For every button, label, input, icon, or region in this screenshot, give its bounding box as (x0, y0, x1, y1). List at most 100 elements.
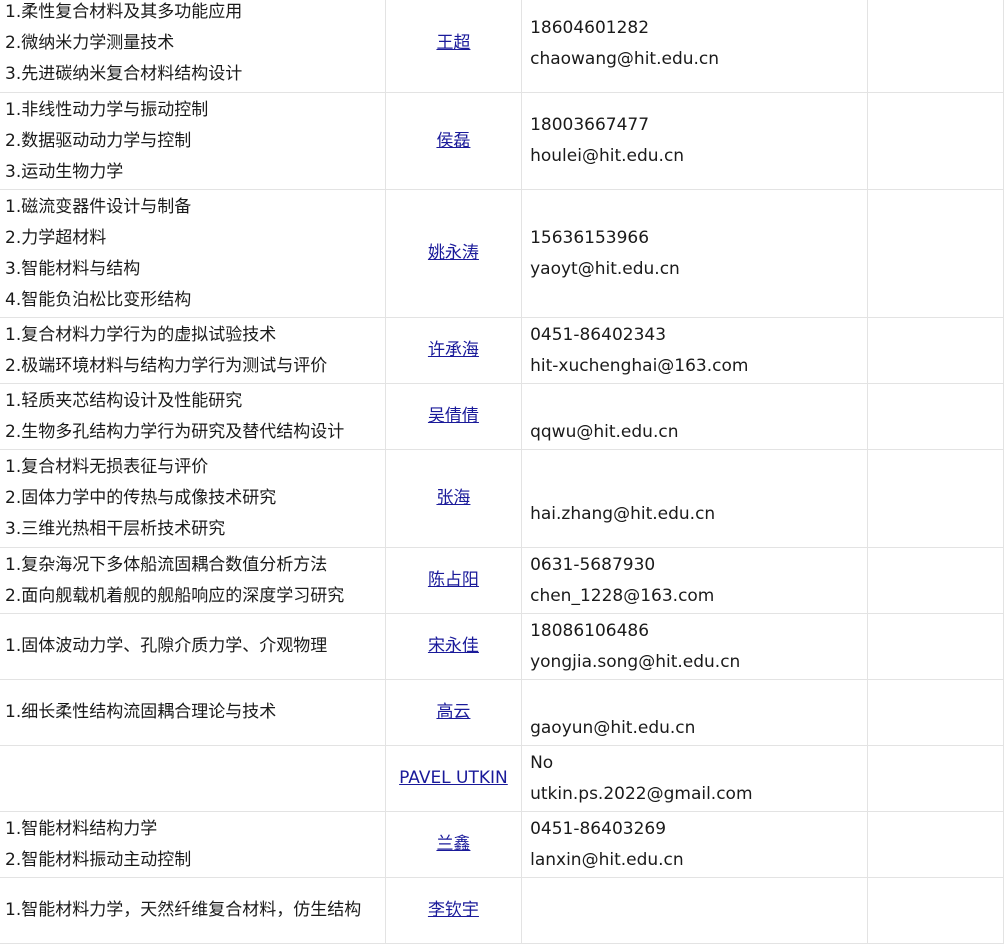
contact-cell: gaoyun@hit.edu.cn (521, 679, 869, 746)
research-area-line: 1.固体波动力学、孔隙介质力学、介观物理 (5, 636, 328, 656)
phone-text (530, 468, 867, 499)
phone-text (530, 880, 867, 911)
table-row: 1.复合材料无损表征与评价 2.固体力学中的传热与成像技术研究 3.三维光热相干层析… (0, 449, 1004, 548)
research-area-cell: 1.复杂海况下多体船流固耦合数值分析方法 2.面向舰载机着舰的舰船响应的深度学习研… (0, 547, 386, 614)
empty-cell (867, 547, 1004, 614)
research-area-line: 2.智能材料振动主动控制 (5, 849, 192, 870)
table-row: 1.智能材料结构力学 2.智能材料振动主动控制 兰鑫 0451-86403269 lan… (0, 811, 1004, 878)
table-row: 1.复杂海况下多体船流固耦合数值分析方法 2.面向舰载机着舰的舰船响应的深度学习研… (0, 547, 1004, 614)
faculty-name-link[interactable]: 李钦宇 (428, 900, 479, 920)
name-cell: PAVEL UTKIN (384, 745, 523, 812)
name-cell: 侯磊 (384, 92, 523, 190)
research-area-cell: 1.轻质夹芯结构设计及性能研究 2.生物多孔结构力学行为研究及替代结构设计 (0, 383, 386, 450)
empty-cell (867, 877, 1004, 944)
table-row: 1.柔性复合材料及其多功能应用 2.微纳米力学测量技术 3.先进碳纳米复合材料结构设… (0, 0, 1004, 93)
email-text: chaowang@hit.edu.cn (530, 48, 720, 69)
email-text (530, 911, 867, 942)
research-area-line: 3.运动生物力学 (5, 161, 124, 182)
research-area-cell: 1.固体波动力学、孔隙介质力学、介观物理 (0, 613, 386, 680)
research-area-line: 1.非线性动力学与振动控制 (5, 99, 209, 120)
table-row: 1.固体波动力学、孔隙介质力学、介观物理 宋永佳 18086106486 yongji… (0, 613, 1004, 680)
name-cell: 高云 (384, 679, 523, 746)
research-area-cell: 1.柔性复合材料及其多功能应用 2.微纳米力学测量技术 3.先进碳纳米复合材料结构设… (0, 0, 386, 93)
name-cell: 王超 (384, 0, 523, 93)
research-area-cell: 1.磁流变器件设计与制备 2.力学超材料 3.智能材料与结构 4.智能负泊松比变形结构 (0, 189, 386, 318)
table-row: 1.轻质夹芯结构设计及性能研究 2.生物多孔结构力学行为研究及替代结构设计 吴倩倩 q… (0, 383, 1004, 450)
research-area-line: 1.细长柔性结构流固耦合理论与技术 (5, 702, 277, 722)
phone-text (530, 682, 867, 713)
table-row: 1.智能材料力学，天然纤维复合材料，仿生结构 李钦宇 (0, 877, 1004, 944)
faculty-table-body: 1.柔性复合材料及其多功能应用 2.微纳米力学测量技术 3.先进碳纳米复合材料结构设… (0, 0, 1004, 944)
empty-cell (867, 745, 1004, 812)
contact-cell: 15636153966 yaoyt@hit.edu.cn (521, 189, 869, 318)
research-area-line: 4.智能负泊松比变形结构 (5, 289, 192, 310)
name-cell: 许承海 (384, 317, 523, 384)
research-area-line: 3.三维光热相干层析技术研究 (5, 519, 226, 539)
research-area-line: 2.面向舰载机着舰的舰船响应的深度学习研究 (5, 585, 345, 606)
research-area-cell: 1.智能材料力学，天然纤维复合材料，仿生结构 (0, 877, 386, 944)
name-cell: 吴倩倩 (384, 383, 523, 450)
empty-cell (867, 383, 1004, 450)
research-area-line: 1.复杂海况下多体船流固耦合数值分析方法 (5, 554, 328, 575)
faculty-name-link[interactable]: 宋永佳 (428, 636, 479, 656)
contact-cell: qqwu@hit.edu.cn (521, 383, 869, 450)
name-cell: 姚永涛 (384, 189, 523, 318)
phone-text (530, 386, 867, 417)
phone-text: 15636153966 (530, 227, 650, 248)
research-area-line: 1.复合材料力学行为的虚拟试验技术 (5, 324, 277, 345)
table-row: 1.非线性动力学与振动控制 2.数据驱动动力学与控制 3.运动生物力学 侯磊 18003… (0, 92, 1004, 190)
research-area-line: 2.数据驱动动力学与控制 (5, 130, 192, 151)
research-area-line: 3.智能材料与结构 (5, 258, 141, 279)
email-text: hit-xuchenghai@163.com (530, 355, 749, 376)
email-text: chen_1228@163.com (530, 585, 715, 606)
phone-text: 0451-86403269 (530, 818, 667, 839)
research-area-line: 2.极端环境材料与结构力学行为测试与评价 (5, 355, 328, 376)
research-area-line: 2.力学超材料 (5, 227, 107, 248)
faculty-name-link[interactable]: 张海 (436, 488, 470, 508)
name-cell: 陈占阳 (384, 547, 523, 614)
phone-text: 0631-5687930 (530, 554, 656, 575)
empty-cell (867, 317, 1004, 384)
faculty-name-link[interactable]: 许承海 (428, 340, 479, 360)
phone-text: 18086106486 (530, 620, 650, 641)
faculty-name-link[interactable]: 王超 (436, 33, 470, 53)
phone-text: 18604601282 (530, 17, 650, 38)
empty-cell (867, 92, 1004, 190)
research-area-cell (0, 745, 386, 812)
contact-cell: 18003667477 houlei@hit.edu.cn (521, 92, 869, 190)
contact-cell: hai.zhang@hit.edu.cn (521, 449, 869, 548)
faculty-name-link[interactable]: 高云 (436, 702, 470, 722)
research-area-line: 1.智能材料力学，天然纤维复合材料，仿生结构 (5, 900, 362, 920)
research-area-cell: 1.非线性动力学与振动控制 2.数据驱动动力学与控制 3.运动生物力学 (0, 92, 386, 190)
research-area-cell: 1.复合材料无损表征与评价 2.固体力学中的传热与成像技术研究 3.三维光热相干层析… (0, 449, 386, 548)
table-row: 1.细长柔性结构流固耦合理论与技术 高云 gaoyun@hit.edu.cn (0, 679, 1004, 746)
faculty-name-link[interactable]: 侯磊 (436, 131, 470, 151)
phone-text: 18003667477 (530, 115, 650, 135)
name-cell: 兰鑫 (384, 811, 523, 878)
email-text: yaoyt@hit.edu.cn (530, 258, 680, 279)
research-area-line: 2.微纳米力学测量技术 (5, 33, 175, 53)
contact-cell: 18086106486 yongjia.song@hit.edu.cn (521, 613, 869, 680)
email-text: utkin.ps.2022@gmail.com (530, 783, 753, 804)
faculty-name-link[interactable]: 陈占阳 (428, 570, 479, 590)
empty-cell (867, 613, 1004, 680)
name-cell: 宋永佳 (384, 613, 523, 680)
research-area-cell: 1.智能材料结构力学 2.智能材料振动主动控制 (0, 811, 386, 878)
name-cell: 张海 (384, 449, 523, 548)
table-row: 1.复合材料力学行为的虚拟试验技术 2.极端环境材料与结构力学行为测试与评价 许承海… (0, 317, 1004, 384)
research-area-line: 1.柔性复合材料及其多功能应用 (5, 2, 243, 22)
empty-cell (867, 0, 1004, 93)
faculty-name-link[interactable]: 吴倩倩 (428, 406, 479, 426)
table-row: 1.磁流变器件设计与制备 2.力学超材料 3.智能材料与结构 4.智能负泊松比变形结构… (0, 189, 1004, 318)
faculty-name-link[interactable]: 兰鑫 (436, 834, 470, 854)
faculty-name-link[interactable]: PAVEL UTKIN (399, 768, 508, 788)
research-area-line: 1.复合材料无损表征与评价 (5, 457, 209, 477)
email-text: gaoyun@hit.edu.cn (530, 717, 696, 738)
research-area-line: 1.轻质夹芯结构设计及性能研究 (5, 390, 243, 411)
email-text: yongjia.song@hit.edu.cn (530, 651, 741, 672)
faculty-name-link[interactable]: 姚永涛 (428, 243, 479, 263)
empty-cell (867, 449, 1004, 548)
email-text: lanxin@hit.edu.cn (530, 849, 684, 870)
research-area-line: 2.生物多孔结构力学行为研究及替代结构设计 (5, 421, 345, 442)
research-area-line: 2.固体力学中的传热与成像技术研究 (5, 488, 277, 508)
